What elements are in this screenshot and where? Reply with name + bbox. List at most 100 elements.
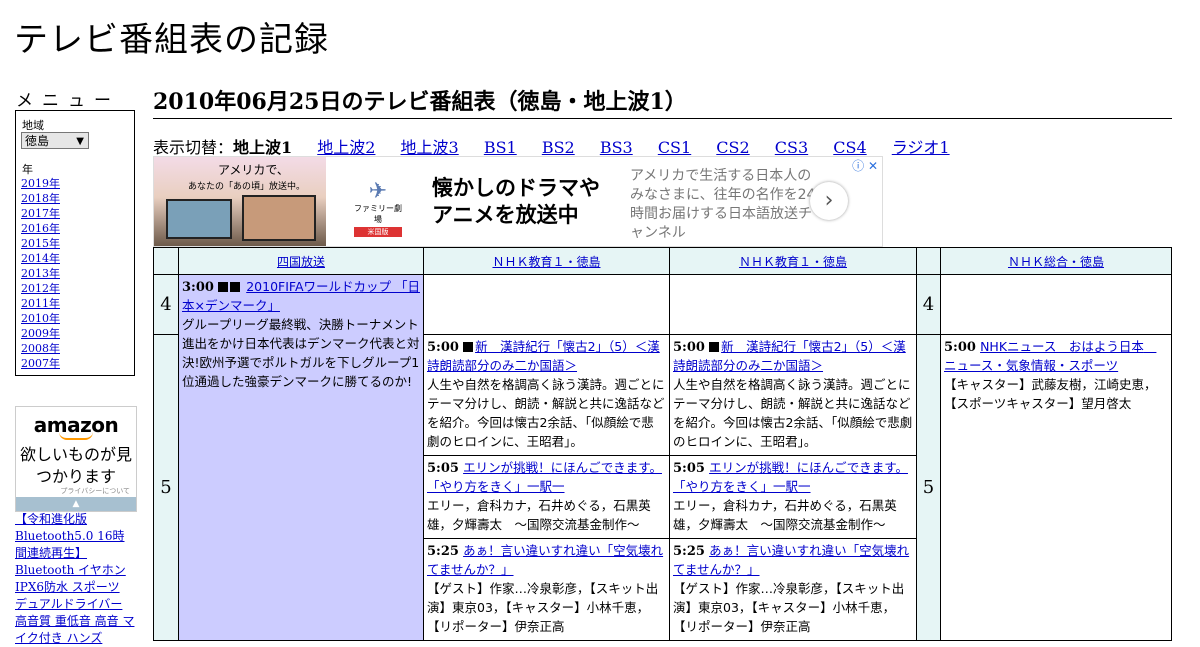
program-time: 5:05 xyxy=(673,461,705,476)
program-title[interactable]: NHKニュース おはよう日本 ニュース・気象情報・スポーツ xyxy=(944,339,1156,373)
amazon-ad[interactable]: amazon 欲しいものが見つかります プライバシーについて ▲ xyxy=(15,406,137,512)
region-select-value: 徳島 xyxy=(25,134,50,148)
hour-cell: 5 xyxy=(916,334,941,641)
year-link[interactable]: 2011年 xyxy=(21,297,60,310)
year-label: 年 xyxy=(22,163,33,176)
program-description: 人生や自然を格調高く詠う漢詩。週ごとにテーマ分けし、朗読・解説と共に逸話などを紹… xyxy=(427,377,665,449)
station-link[interactable]: 四国放送 xyxy=(277,255,325,269)
year-link[interactable]: 2012年 xyxy=(21,282,60,295)
switch-link-cs3[interactable]: CS3 xyxy=(775,138,808,157)
banner-ad-image-title: アメリカで、 xyxy=(218,163,289,177)
station-header: ＮＨＫ総合・徳島 xyxy=(940,247,1172,275)
menu-box: 地域 徳島 ▼ 年 2019年 2018年 2017年 2016年 2015年 … xyxy=(15,110,135,376)
year-link[interactable]: 2007年 xyxy=(21,357,60,370)
switch-link-chijo2[interactable]: 地上波2 xyxy=(317,138,375,157)
empty-cell xyxy=(940,274,1172,335)
station-link[interactable]: ＮＨＫ総合・徳島 xyxy=(1008,255,1104,269)
banner-ad-logo-text: ファミリー劇場 xyxy=(354,204,402,224)
view-switcher: 表示切替：地上波1 地上波2 地上波3 BS1 BS2 BS3 CS1 CS2 … xyxy=(153,134,950,158)
switch-link-bs2[interactable]: BS2 xyxy=(542,138,575,157)
program-description: エリー，倉科カナ，石井めぐる，石黒英雄，夕輝壽太 ～国際交流基金制作～ xyxy=(427,498,651,532)
year-link[interactable]: 2014年 xyxy=(21,252,60,265)
bilingual-icon xyxy=(230,282,241,292)
hour-cell: 4 xyxy=(916,274,941,335)
program-cell: 5:05 エリンが挑戦！にほんごできます。「やり方をきく」一駅一 エリー，倉科カ… xyxy=(423,455,670,539)
year-link[interactable]: 2015年 xyxy=(21,237,60,250)
chevron-right-icon[interactable]: › xyxy=(810,182,848,220)
switch-link-radio1[interactable]: ラジオ1 xyxy=(892,138,950,157)
year-link[interactable]: 2013年 xyxy=(21,267,60,280)
station-header: 四国放送 xyxy=(178,247,424,275)
hour-cell: 4 xyxy=(153,274,179,335)
year-link[interactable]: 2016年 xyxy=(21,222,60,235)
program-description: 【ゲスト】作家…冷泉彰彦，【スキット出演】東京03，【キャスター】小林千恵，【リ… xyxy=(673,581,905,634)
program-time: 5:25 xyxy=(673,544,705,559)
program-title[interactable]: 新 漢詩紀行「懐古2」（5）＜漢詩朗読部分のみ二か国語＞ xyxy=(427,339,660,373)
switch-link-cs4[interactable]: CS4 xyxy=(833,138,866,157)
program-title[interactable]: あぁ！言い違いすれ違い「空気壊れてませんか？」 xyxy=(673,543,909,577)
banner-ad-image-sub: あなたの「あの頃」放送中。 xyxy=(188,182,306,192)
program-title[interactable]: エリンが挑戦！にほんごできます。「やり方をきく」一駅一 xyxy=(427,460,662,494)
switch-link-bs3[interactable]: BS3 xyxy=(600,138,633,157)
year-list: 2019年 2018年 2017年 2016年 2015年 2014年 2013… xyxy=(21,176,60,371)
switch-link-cs1[interactable]: CS1 xyxy=(658,138,691,157)
program-description: 【キャスター】武藤友樹，江崎史恵，【スポーツキャスター】望月啓太 xyxy=(944,377,1157,411)
program-cell: 5:25 あぁ！言い違いすれ違い「空気壊れてませんか？」 【ゲスト】作家…冷泉彰… xyxy=(669,538,917,641)
menu-heading: メニュー xyxy=(16,91,120,111)
program-cell: 5:25 あぁ！言い違いすれ違い「空気壊れてませんか？」 【ゲスト】作家…冷泉彰… xyxy=(423,538,670,641)
program-title[interactable]: エリンが挑戦！にほんごできます。「やり方をきく」一駅一 xyxy=(673,460,908,494)
program-time: 5:00 xyxy=(944,340,976,355)
switch-link-bs1[interactable]: BS1 xyxy=(484,138,517,157)
program-time: 5:05 xyxy=(427,461,459,476)
year-link[interactable]: 2019年 xyxy=(21,177,60,190)
region-label: 地域 xyxy=(22,119,44,132)
amazon-logo: amazon xyxy=(33,413,119,437)
region-select[interactable]: 徳島 ▼ xyxy=(21,132,89,149)
banner-ad-logo-tag: 米国版 xyxy=(354,227,402,237)
banner-ad-image: アメリカで、 あなたの「あの頃」放送中。 xyxy=(154,157,326,246)
program-cell: 5:05 エリンが挑戦！にほんごできます。「やり方をきく」一駅一 エリー，倉科カ… xyxy=(669,455,917,539)
year-link[interactable]: 2018年 xyxy=(21,192,60,205)
program-cell: 5:00 新 漢詩紀行「懐古2」（5）＜漢詩朗読部分のみ二か国語＞ 人生や自然を… xyxy=(669,334,917,456)
tv-image xyxy=(242,195,316,241)
amazon-ad-text: 欲しいものが見つかります xyxy=(19,445,132,486)
year-link[interactable]: 2017年 xyxy=(21,207,60,220)
switch-link-chijo3[interactable]: 地上波3 xyxy=(401,138,459,157)
program-time: 5:00 xyxy=(673,340,705,355)
switch-link-cs2[interactable]: CS2 xyxy=(716,138,749,157)
banner-ad[interactable]: アメリカで、 あなたの「あの頃」放送中。 ✈ ファミリー劇場 米国版 懐かしのド… xyxy=(153,156,883,247)
family-gekijo-logo: ✈ ファミリー劇場 米国版 xyxy=(354,181,402,237)
data-broadcast-icon xyxy=(463,342,474,352)
year-link[interactable]: 2008年 xyxy=(21,342,60,355)
switch-label: 表示切替： xyxy=(153,138,234,157)
station-header: ＮＨＫ教育１・徳島 xyxy=(669,247,917,275)
program-title[interactable]: 新 漢詩紀行「懐古2」（5）＜漢詩朗読部分のみ二か国語＞ xyxy=(673,339,906,373)
amazon-collapse-icon[interactable]: ▲ xyxy=(16,497,136,511)
program-description: グループリーグ最終戦、決勝トーナメント進出をかけ日本代表はデンマーク代表と対決!… xyxy=(182,317,420,389)
station-header: ＮＨＫ教育１・徳島 xyxy=(423,247,670,275)
hour-header xyxy=(916,247,941,275)
tv-schedule-table: 四国放送 ＮＨＫ教育１・徳島 ＮＨＫ教育１・徳島 ＮＨＫ総合・徳島 4 3:00… xyxy=(153,247,1172,641)
empty-cell xyxy=(669,274,917,335)
site-title: テレビ番組表の記録 xyxy=(14,20,329,60)
dropdown-arrow-icon: ▼ xyxy=(76,136,84,147)
year-link[interactable]: 2009年 xyxy=(21,327,60,340)
banner-ad-headline: 懐かしのドラマや アニメを放送中 xyxy=(432,176,600,227)
ad-info-close-icon[interactable]: ⓘ ✕ xyxy=(852,157,878,174)
amazon-product-link[interactable]: 【令和進化版 Bluetooth5.0 16時間連続再生】 Bluetooth … xyxy=(15,511,135,647)
program-time: 3:00 xyxy=(182,280,214,295)
station-link[interactable]: ＮＨＫ教育１・徳島 xyxy=(492,255,600,269)
hour-cell: 5 xyxy=(153,334,179,641)
program-description: エリー，倉科カナ，石井めぐる，石黒英雄，夕輝壽太 ～国際交流基金制作～ xyxy=(673,498,897,532)
tv-image xyxy=(166,199,232,239)
program-description: 【ゲスト】作家…冷泉彰彦，【スキット出演】東京03，【キャスター】小林千恵，【リ… xyxy=(427,581,659,634)
amazon-privacy-link[interactable]: プライバシーについて xyxy=(60,486,130,496)
program-title[interactable]: あぁ！言い違いすれ違い「空気壊れてませんか？」 xyxy=(427,543,663,577)
program-time: 5:00 xyxy=(427,340,459,355)
year-link[interactable]: 2010年 xyxy=(21,312,60,325)
station-link[interactable]: ＮＨＫ教育１・徳島 xyxy=(739,255,847,269)
data-broadcast-icon xyxy=(709,342,720,352)
switch-current: 地上波1 xyxy=(233,138,293,157)
bird-icon: ✈ xyxy=(368,179,388,204)
hour-header xyxy=(153,247,179,275)
